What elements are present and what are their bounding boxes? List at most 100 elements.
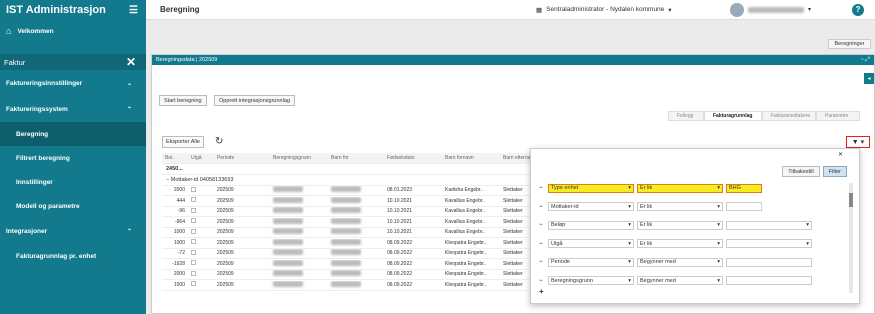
col-header[interactable]: Periode (214, 155, 270, 161)
checkbox[interactable] (191, 228, 196, 234)
checkbox[interactable] (191, 218, 196, 224)
col-header[interactable]: Utgå (188, 155, 214, 161)
tab-fellogg[interactable]: Fellogg (668, 111, 704, 121)
add-filter-button[interactable]: + (539, 287, 544, 296)
checkbox[interactable] (191, 249, 196, 255)
user-menu[interactable]: ▾ (730, 2, 811, 17)
filter-value-input[interactable] (726, 202, 762, 211)
sidebar-item-innstillinger[interactable]: Innstillinger (0, 170, 146, 194)
filter-field-select[interactable]: Type enhet ▾ (548, 183, 634, 193)
table-row[interactable]: 2000 202509 08.09.2022 Kleopatra Engebr.. Sl… (162, 270, 542, 280)
sidebar-item-label: Integrasjoner (6, 227, 48, 235)
checkbox[interactable] (191, 207, 196, 213)
tab-fakturamottakere[interactable]: Fakturamottakere (762, 111, 816, 121)
filter-operator-select[interactable]: Er lik ▾ (637, 239, 723, 248)
checkbox[interactable] (191, 260, 196, 266)
col-header[interactable]: Beregningsgrunn (270, 155, 328, 161)
filter-operator-select[interactable]: Er lik ▾ (637, 220, 723, 230)
cell-redacted (328, 259, 384, 268)
refresh-icon[interactable]: ↻ (215, 136, 223, 147)
data-grid: Bel.. Utgå Periode Beregningsgrunn Barn … (162, 153, 542, 291)
cell-firstname: Kadisha Engebr.. (445, 187, 484, 194)
menu-collapse-icon[interactable]: ☰ (129, 5, 138, 16)
remove-filter-button[interactable]: − (537, 278, 545, 284)
remove-filter-button[interactable]: − (537, 241, 545, 247)
filter-value-input[interactable]: ▾ (726, 239, 812, 248)
filter-operator-select[interactable]: Er lik ▾ (637, 202, 723, 211)
group-header-row[interactable]: − Mottaker-id 04058133693 (162, 175, 542, 186)
close-icon[interactable]: ✕ (126, 55, 136, 69)
checkbox[interactable] (191, 281, 196, 287)
filter-value-input[interactable]: ▾ (726, 220, 812, 230)
sidebar-item-label: Filtrert beregning (16, 154, 70, 162)
table-row[interactable]: 2000 202509 08.01.2023 Kadisha Engebr.. Slet… (162, 186, 542, 196)
sidebar-item-faktureringsinnstillinger[interactable]: Faktureringsinnstillinger ⌄ (0, 70, 146, 96)
table-row[interactable]: -1928 202509 08.09.2022 Kleopatra Engebr.. S… (162, 259, 542, 270)
sidebar-item-label: Faktureringsinnstillinger (6, 79, 83, 87)
sidebar-item-modell-og-parametre[interactable]: Modell og parametre (0, 194, 146, 218)
filter-field-select[interactable]: Beløp ▾ (548, 220, 634, 230)
close-icon[interactable]: ✕ (838, 151, 843, 158)
remove-filter-button[interactable]: − (537, 222, 545, 228)
checkbox[interactable] (191, 186, 196, 192)
cell-period: 202509 (217, 250, 234, 257)
sidebar-item-integrasjoner[interactable]: Integrasjoner ⌃ (0, 218, 146, 244)
checkbox[interactable] (191, 270, 196, 276)
org-selector[interactable]: ▦ Sentraladministrator - Nydalen kommune… (536, 6, 672, 14)
table-row[interactable]: -72 202509 08.09.2022 Kleopatra Engebr.. Sle… (162, 249, 542, 259)
col-header[interactable]: Barn fnr (328, 155, 384, 161)
table-row[interactable]: 1000 202509 08.09.2022 Kleopatra Engebr.. Sl… (162, 280, 542, 291)
reset-filter-button[interactable]: Tilbakestill (782, 166, 820, 177)
cell-birthdate: 10.10.2021 (387, 208, 413, 215)
cell-period: 202509 (217, 239, 234, 246)
filter-toggle-button[interactable]: ▼ ▾ (846, 136, 870, 148)
sidebar-item-fakturagrunnlag-pr-enhet[interactable]: Fakturagrunnlag pr. enhet (0, 244, 146, 268)
tab-parametre[interactable]: Parametre (816, 111, 860, 121)
table-row[interactable]: 1000 202509 10.10.2021 Kavallius Engebr.. Sl… (162, 228, 542, 238)
checkbox[interactable] (191, 239, 196, 245)
filter-field-select[interactable]: Mottaker-id ▾ (548, 202, 634, 211)
sidebar: IST Administrasjon ☰ ⌂ Velkommen Faktur … (0, 0, 146, 314)
remove-filter-button[interactable]: − (537, 185, 545, 191)
remove-filter-button[interactable]: − (537, 204, 545, 210)
table-row[interactable]: 1000 202509 08.09.2022 Kleopatra Engebr.. Sl… (162, 238, 542, 249)
col-header[interactable]: Fødselsdato (384, 155, 442, 161)
filter-operator-select[interactable]: Begynner med ▾ (637, 257, 723, 267)
sidebar-section-faktur[interactable]: Faktur ✕ (0, 54, 146, 70)
cell-redacted (270, 217, 328, 226)
sidebar-item-faktureringssystem[interactable]: Faktureringssystem ⌃ (0, 96, 146, 122)
sidebar-item-home[interactable]: ⌂ Velkommen (0, 20, 146, 42)
window-controls-icon[interactable]: ▫ ⤢ (861, 57, 870, 64)
filter-operator-select[interactable]: Er lik ▾ (637, 183, 723, 193)
table-row[interactable]: -964 202509 10.10.2021 Kavallius Engebr.. Sl… (162, 217, 542, 228)
help-icon[interactable]: ? (852, 3, 864, 16)
table-row[interactable]: -96 202509 10.10.2021 Kavallius Engebr.. Sle… (162, 207, 542, 217)
filter-field-select[interactable]: Beregningsgrunn ▾ (548, 276, 634, 285)
apply-filter-button[interactable]: Filter (822, 166, 847, 177)
cell-utga (188, 239, 214, 246)
create-integration-button[interactable]: Opprett integrasjonsgrunnlag (214, 95, 295, 106)
scrollbar[interactable] (849, 183, 853, 293)
col-header[interactable]: Barn fornavn (442, 155, 500, 161)
filter-field-select[interactable]: Periode ▾ (548, 257, 634, 267)
filter-value-input[interactable]: BHG (726, 183, 762, 193)
panel-expand-button[interactable]: ◂ (864, 73, 874, 84)
cell-redacted (270, 207, 328, 215)
filter-field-select[interactable]: Utgå ▾ (548, 239, 634, 248)
filter-value-input[interactable] (726, 257, 812, 267)
checkbox[interactable] (191, 197, 196, 203)
table-row[interactable]: 444 202509 10.10.2021 Kavallius Engebr.. Sle… (162, 196, 542, 207)
start-calculation-button[interactable]: Start beregning (159, 95, 207, 106)
beregninger-button[interactable]: Beregninger (828, 39, 871, 49)
tab-fakturagrunnlag[interactable]: Fakturagrunnlag (704, 111, 762, 121)
cell-firstname: Kleopatra Engebr.. (445, 281, 487, 288)
filter-operator-select[interactable]: Begynner med ▾ (637, 276, 723, 285)
sidebar-item-filtrert-beregning[interactable]: Filtrert beregning (0, 146, 146, 170)
col-header[interactable]: Bel.. (162, 155, 188, 161)
export-all-button[interactable]: Eksporter Alle (162, 136, 204, 148)
filter-value-input[interactable] (726, 276, 812, 285)
chevron-down-icon: ▾ (717, 240, 720, 247)
sidebar-item-beregning[interactable]: Beregning (0, 122, 146, 146)
scrollbar-thumb[interactable] (849, 193, 853, 207)
remove-filter-button[interactable]: − (537, 259, 545, 265)
